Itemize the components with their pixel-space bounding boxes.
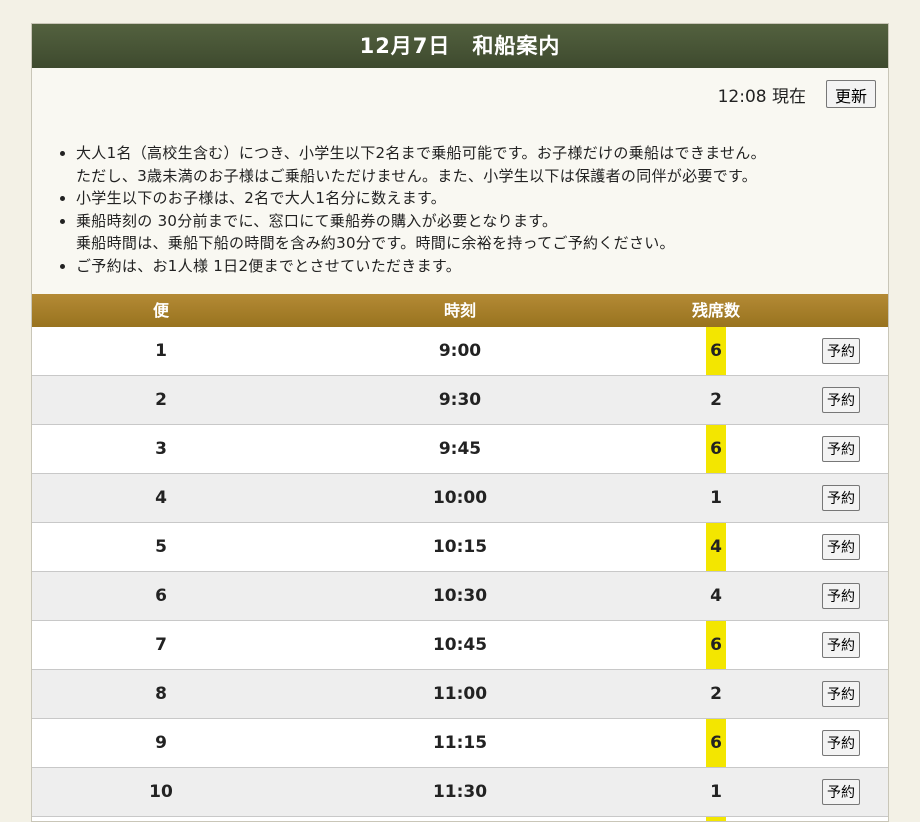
cell-seats: 6 bbox=[710, 635, 722, 655]
cell-bin: 7 bbox=[155, 635, 167, 655]
note-text: 乗船時刻の 30分前までに、窓口にて乗船券の購入が必要となります。 bbox=[76, 211, 558, 230]
notes-list: 大人1名（高校生含む）につき、小学生以下2名まで乗船可能です。お子様だけの乗船は… bbox=[32, 142, 766, 278]
cell-time: 10:30 bbox=[432, 586, 488, 606]
cell-time: 9:45 bbox=[438, 439, 482, 459]
cell-time: 11:30 bbox=[432, 782, 488, 802]
note-item: 大人1名（高校生含む）につき、小学生以下2名まで乗船可能です。お子様だけの乗船は… bbox=[76, 142, 766, 187]
cell-time: 9:30 bbox=[438, 390, 482, 410]
table-row: 9 11:15 6 予約 bbox=[32, 719, 888, 768]
table-row: 1 9:00 6 予約 bbox=[32, 327, 888, 376]
note-item: 小学生以下のお子様は、2名で大人1名分に数えます。 bbox=[76, 187, 766, 210]
note-text: 小学生以下のお子様は、2名で大人1名分に数えます。 bbox=[76, 189, 447, 208]
table-row: 3 9:45 6 予約 bbox=[32, 425, 888, 474]
header-time: 時刻 bbox=[443, 301, 476, 320]
schedule-table-body: 1 9:00 6 予約 2 9:30 2 予約 3 9:45 6 予約 4 10:00 1 予約 5 10:15 4… bbox=[32, 327, 888, 821]
cell-action: 予約 bbox=[822, 534, 860, 560]
reserve-button[interactable]: 予約 bbox=[822, 534, 860, 560]
table-row: 4 10:00 1 予約 bbox=[32, 474, 888, 523]
cell-bin: 9 bbox=[155, 733, 167, 753]
cell-action: 予約 bbox=[822, 436, 860, 462]
info-area: 12:08 現在 更新 大人1名（高校生含む）につき、小学生以下2名まで乗船可能… bbox=[32, 68, 888, 294]
reserve-button[interactable]: 予約 bbox=[822, 632, 860, 658]
reserve-button[interactable]: 予約 bbox=[822, 387, 860, 413]
cell-seats: 6 bbox=[710, 733, 722, 753]
cell-seats: 2 bbox=[710, 390, 722, 410]
cell-bin: 10 bbox=[149, 782, 173, 802]
cell-time: 10:00 bbox=[432, 488, 488, 508]
cell-action: 予約 bbox=[822, 730, 860, 756]
cell-seats: 1 bbox=[710, 488, 722, 508]
table-row: 2 9:30 2 予約 bbox=[32, 376, 888, 425]
cell-action: 予約 bbox=[822, 338, 860, 364]
current-time-text: 12:08 現在 bbox=[717, 86, 806, 107]
cell-bin: 2 bbox=[155, 390, 167, 410]
note-text: 乗船時間は、乗船下船の時間を含み約30分です。時間に余裕を持ってご予約ください。 bbox=[76, 234, 675, 253]
table-header: 便 時刻 残席数 bbox=[32, 294, 888, 327]
cell-seats: 6 bbox=[710, 439, 722, 459]
reserve-button[interactable]: 予約 bbox=[822, 436, 860, 462]
table-row: 6 10:30 4 予約 bbox=[32, 572, 888, 621]
cell-action: 予約 bbox=[822, 387, 860, 413]
reserve-button[interactable]: 予約 bbox=[822, 681, 860, 707]
status-row: 12:08 現在 更新 bbox=[718, 80, 876, 108]
cell-seats: 1 bbox=[710, 782, 722, 802]
cell-action: 予約 bbox=[822, 632, 860, 658]
cell-time: 9:00 bbox=[438, 341, 482, 361]
note-text: ただし、3歳未満のお子様はご乗船いただけません。また、小学生以下は保護者の同伴が… bbox=[76, 166, 758, 185]
note-item: ご予約は、お1人様 1日2便までとさせていただきます。 bbox=[76, 255, 766, 278]
reserve-button[interactable]: 予約 bbox=[822, 779, 860, 805]
boat-schedule-panel: 12月7日 和船案内 12:08 現在 更新 大人1名（高校生含む）につき、小学… bbox=[31, 23, 889, 822]
cell-time: 11:15 bbox=[432, 733, 488, 753]
cell-bin: 4 bbox=[155, 488, 167, 508]
cell-seats: 2 bbox=[710, 684, 722, 704]
cell-action: 予約 bbox=[822, 485, 860, 511]
update-button[interactable]: 更新 bbox=[825, 80, 876, 108]
cell-bin: 8 bbox=[155, 684, 167, 704]
cell-bin: 1 bbox=[155, 341, 167, 361]
cell-bin: 5 bbox=[155, 537, 167, 557]
header-bin: 便 bbox=[152, 301, 169, 320]
cell-action: 予約 bbox=[822, 681, 860, 707]
note-text: ご予約は、お1人様 1日2便までとさせていただきます。 bbox=[76, 256, 462, 275]
table-row: 10 11:30 1 予約 bbox=[32, 768, 888, 817]
cell-bin: 6 bbox=[155, 586, 167, 606]
cell-seats: 6 bbox=[710, 341, 722, 361]
reserve-button[interactable]: 予約 bbox=[822, 583, 860, 609]
cell-bin: 3 bbox=[155, 439, 167, 459]
cell-action: 予約 bbox=[822, 779, 860, 805]
cell-time: 10:45 bbox=[432, 635, 488, 655]
cell-time: 10:15 bbox=[432, 537, 488, 557]
reserve-button[interactable]: 予約 bbox=[822, 485, 860, 511]
note-text: 大人1名（高校生含む）につき、小学生以下2名まで乗船可能です。お子様だけの乗船は… bbox=[76, 144, 766, 162]
note-item: 乗船時刻の 30分前までに、窓口にて乗船券の購入が必要となります。 乗船時間は、… bbox=[76, 210, 766, 255]
table-row: 5 10:15 4 予約 bbox=[32, 523, 888, 572]
table-row: 7 10:45 6 予約 bbox=[32, 621, 888, 670]
table-row: 8 11:00 2 予約 bbox=[32, 670, 888, 719]
page-title: 12月7日 和船案内 bbox=[32, 24, 888, 68]
cell-action: 予約 bbox=[822, 583, 860, 609]
header-seats: 残席数 bbox=[691, 301, 740, 320]
cell-time: 11:00 bbox=[432, 684, 488, 704]
reserve-button[interactable]: 予約 bbox=[822, 730, 860, 756]
cell-seats: 4 bbox=[710, 586, 722, 606]
cell-seats: 4 bbox=[710, 537, 722, 557]
reserve-button[interactable]: 予約 bbox=[822, 338, 860, 364]
